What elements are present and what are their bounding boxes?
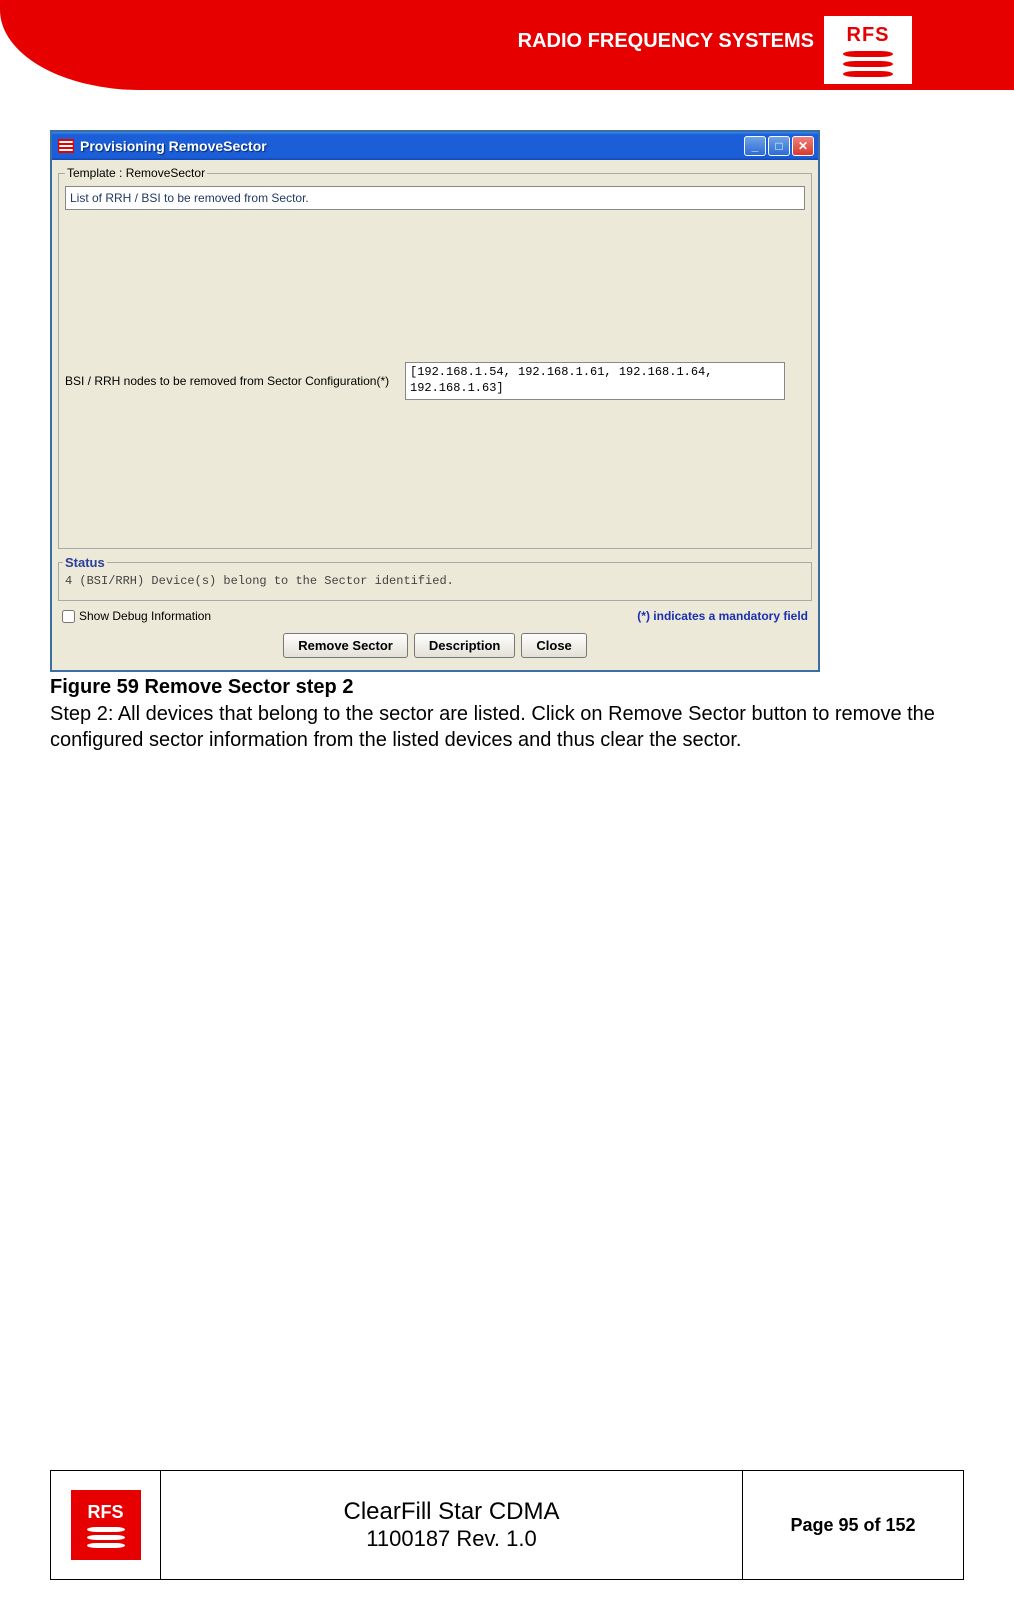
list-label: List of RRH / BSI to be removed from Sec… [70, 191, 309, 205]
app-window: Provisioning RemoveSector _ □ ✕ Template… [50, 130, 820, 672]
debug-label: Show Debug Information [79, 609, 211, 623]
footer-logo-text: RFS [88, 1502, 124, 1523]
footer-logo: RFS [71, 1490, 141, 1560]
list-box[interactable]: List of RRH / BSI to be removed from Sec… [65, 186, 805, 210]
figure-caption: Figure 59 Remove Sector step 2 [50, 676, 964, 699]
wave-icon [843, 51, 893, 77]
logo-text: RFS [847, 24, 890, 47]
wave-icon [87, 1527, 125, 1548]
step-text: Step 2: All devices that belong to the s… [50, 701, 964, 753]
page-number: Page 95 of 152 [790, 1515, 915, 1536]
document-header: RADIO FREQUENCY SYSTEMS RFS [0, 0, 1014, 110]
nodes-label: BSI / RRH nodes to be removed from Secto… [65, 374, 395, 388]
close-button[interactable]: Close [521, 633, 586, 658]
window-title: Provisioning RemoveSector [80, 138, 744, 154]
debug-checkbox[interactable] [62, 610, 75, 623]
remove-sector-button[interactable]: Remove Sector [283, 633, 408, 658]
titlebar[interactable]: Provisioning RemoveSector _ □ ✕ [52, 132, 818, 160]
status-group: Status 4 (BSI/RRH) Device(s) belong to t… [58, 555, 812, 601]
company-name: RADIO FREQUENCY SYSTEMS [518, 30, 814, 53]
minimize-button[interactable]: _ [744, 136, 766, 156]
template-group: Template : RemoveSector List of RRH / BS… [58, 166, 812, 549]
template-legend: Template : RemoveSector [65, 166, 207, 180]
description-button[interactable]: Description [414, 633, 516, 658]
status-legend: Status [63, 555, 107, 570]
footer-revision: 1100187 Rev. 1.0 [366, 1526, 536, 1552]
status-text: 4 (BSI/RRH) Device(s) belong to the Sect… [59, 570, 811, 600]
document-footer: RFS ClearFill Star CDMA 1100187 Rev. 1.0… [50, 1470, 964, 1580]
close-window-button[interactable]: ✕ [792, 136, 814, 156]
mandatory-note: (*) indicates a mandatory field [637, 609, 808, 623]
maximize-button[interactable]: □ [768, 136, 790, 156]
ip-list-field[interactable]: [192.168.1.54, 192.168.1.61, 192.168.1.6… [405, 362, 785, 399]
footer-title: ClearFill Star CDMA [343, 1498, 559, 1526]
rfs-logo: RFS [822, 14, 914, 86]
app-icon [58, 139, 74, 153]
